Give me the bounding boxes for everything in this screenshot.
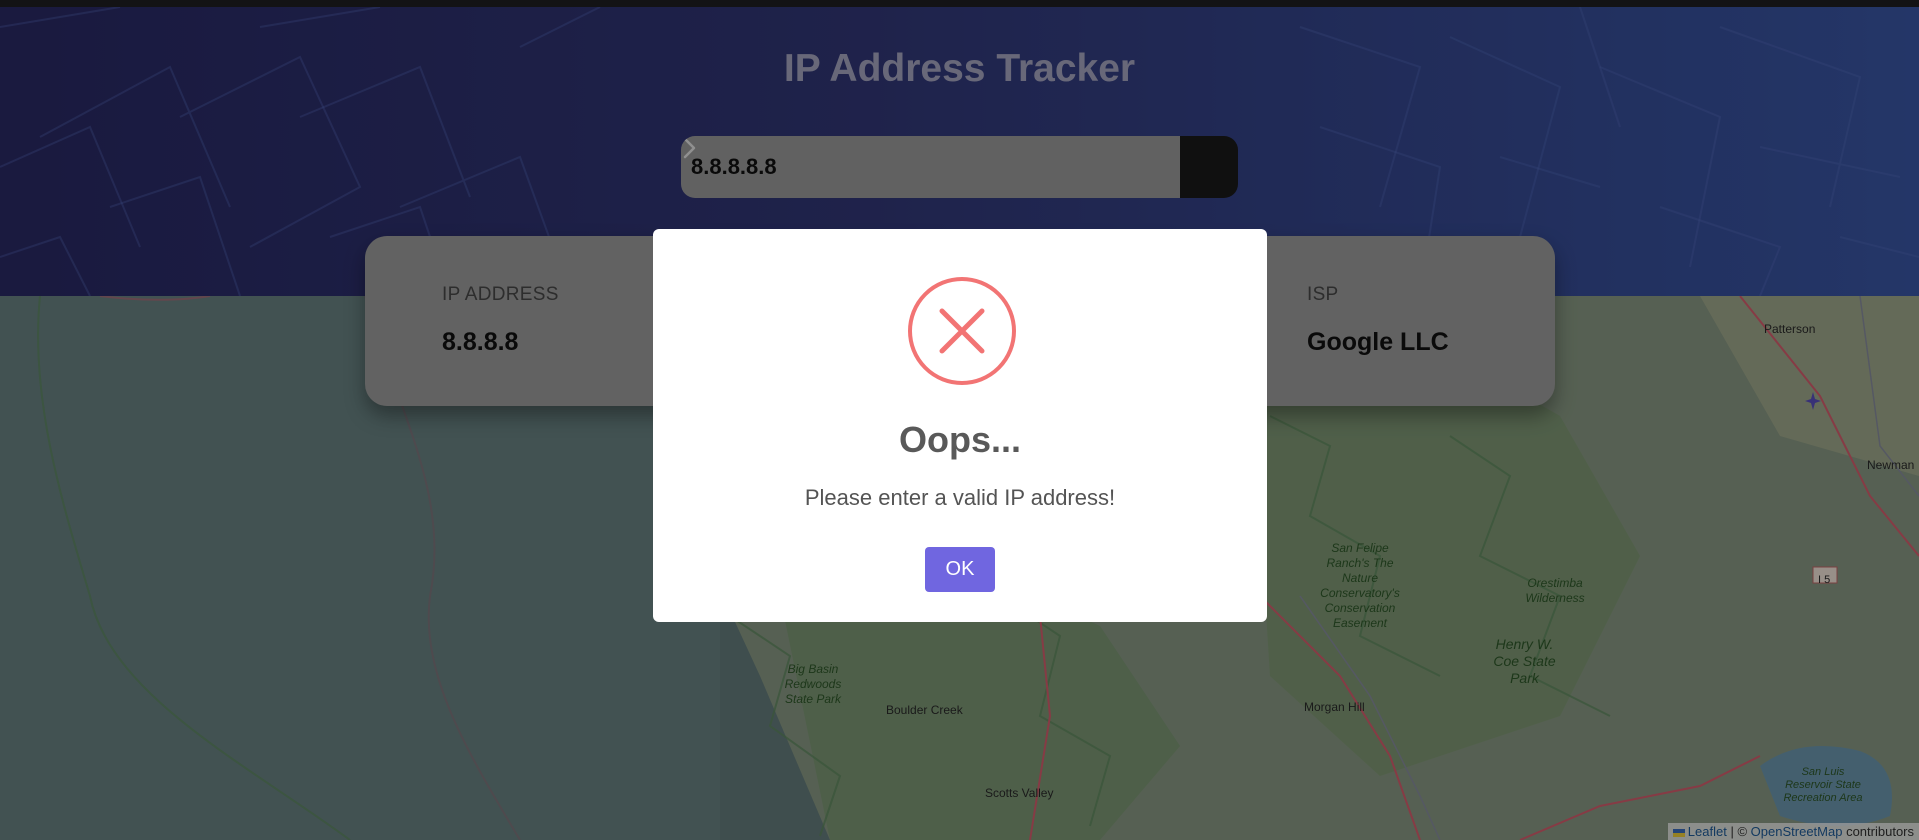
error-dialog: Oops... Please enter a valid IP address!… [653, 229, 1267, 622]
error-x-icon [908, 277, 1016, 385]
ok-button[interactable]: OK [925, 547, 995, 592]
dialog-title: Oops... [898, 419, 1021, 460]
dialog-message: Please enter a valid IP address! [804, 485, 1116, 510]
